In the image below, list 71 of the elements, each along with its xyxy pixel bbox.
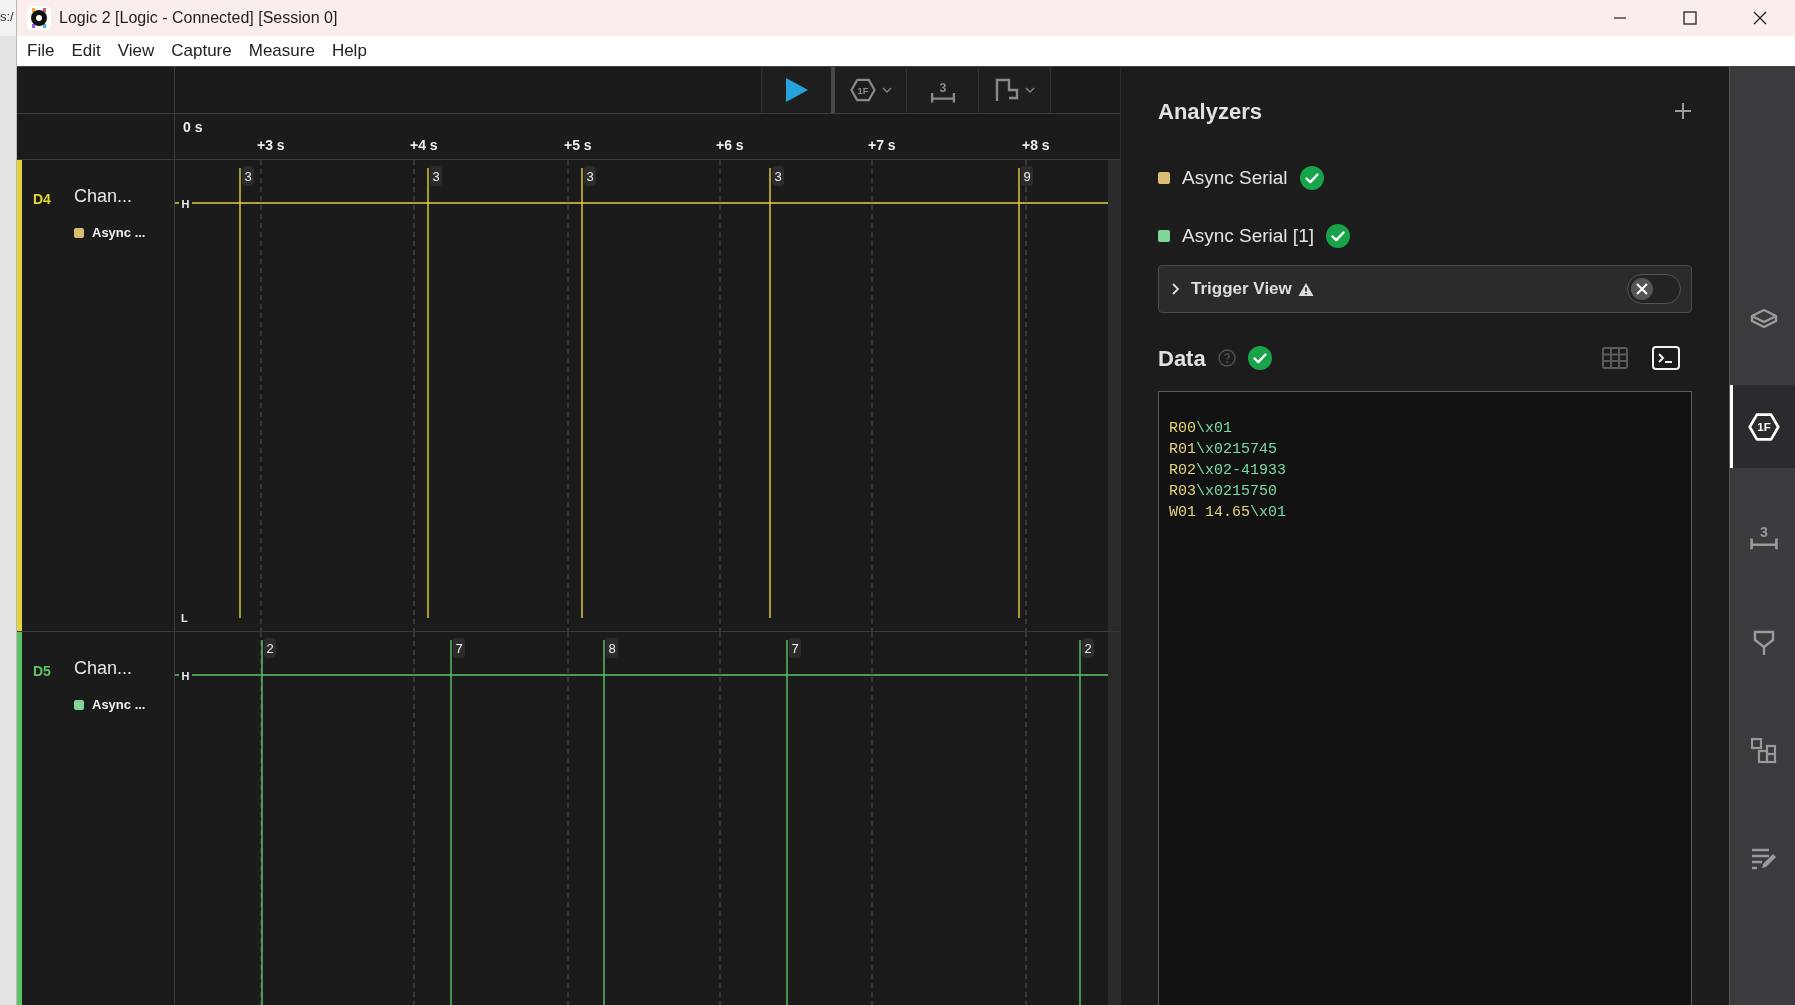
bit-marker-label: 3: [772, 166, 784, 186]
bit-marker-label: 3: [584, 166, 596, 186]
terminal-line: R00\x01: [1169, 419, 1234, 439]
scrollbar[interactable]: [1108, 160, 1120, 631]
analyzer-icon: 1F: [1748, 410, 1780, 443]
terminal-line: W01 14.65\x01: [1169, 503, 1288, 523]
trigger-view-label: Trigger View: [1191, 278, 1292, 301]
background-window-text: s:/: [0, 9, 14, 24]
menu-item[interactable]: Measure: [240, 38, 323, 64]
caret-icon: [1024, 87, 1035, 93]
analyzer-icon: 1F: [849, 77, 876, 103]
app-logo-icon: [27, 6, 51, 30]
toggle-switch[interactable]: [1627, 274, 1681, 304]
analyzer-tab[interactable]: 1F: [1730, 385, 1795, 468]
bit-marker-label: 7: [789, 638, 801, 658]
close-icon: [1753, 11, 1767, 25]
analyzer-name: Async ...: [92, 696, 146, 714]
plus-icon: [1674, 102, 1692, 120]
flag-icon: [994, 78, 1019, 102]
bit-marker-label: 2: [264, 638, 276, 658]
window-title: Logic 2 [Logic - Connected] [Session 0]: [59, 8, 338, 28]
table-view-button[interactable]: [1602, 347, 1628, 369]
analyzer-name[interactable]: Async Serial: [1182, 163, 1288, 193]
panel-title: Data: [1158, 344, 1206, 373]
funnel-icon: [1753, 629, 1775, 656]
play-button[interactable]: [761, 67, 835, 113]
terminal-line: R03\x0215750: [1169, 482, 1279, 502]
panel-title: Analyzers: [1158, 97, 1262, 126]
measure-tab[interactable]: 3: [1730, 493, 1795, 576]
help-icon: [1217, 349, 1236, 367]
layers-icon: [1750, 307, 1778, 330]
terminal-view-button[interactable]: [1652, 346, 1680, 370]
terminal-icon: [1652, 346, 1680, 370]
menu-item[interactable]: Edit: [63, 38, 109, 64]
notes-pencil-icon: [1751, 846, 1777, 871]
scrollbar[interactable]: [1108, 632, 1120, 1005]
menu-item[interactable]: Capture: [163, 38, 240, 64]
table-icon: [1602, 347, 1628, 369]
channel-id: D5: [33, 662, 51, 681]
warning-icon: [1297, 281, 1314, 297]
time-label: +4 s: [410, 137, 438, 153]
time-label: +6 s: [716, 137, 744, 153]
analyzer-name[interactable]: Async Serial [1]: [1182, 221, 1314, 251]
time-label: +7 s: [868, 137, 896, 153]
time-label: +8 s: [1022, 137, 1050, 153]
time-label: 0 s: [183, 119, 203, 135]
blocks-icon: [1751, 737, 1777, 764]
time-label: +3 s: [257, 137, 285, 153]
channel-id: D4: [33, 190, 51, 209]
bit-marker-label: 9: [1021, 166, 1033, 186]
add-analyzer-button[interactable]: [1674, 102, 1692, 120]
analyzer-name: Async ...: [92, 224, 146, 242]
caret-icon: [881, 87, 892, 93]
maximize-icon: [1683, 11, 1697, 25]
terminal-line: R02\x02-41933: [1169, 461, 1288, 481]
time-label: +5 s: [564, 137, 592, 153]
bit-marker-label: 2: [1082, 638, 1094, 658]
bit-marker-label: 3: [242, 166, 254, 186]
bit-marker-label: 8: [606, 638, 618, 658]
cross-icon: [1636, 283, 1648, 295]
channel-name: Chan...: [74, 657, 133, 680]
menu-item[interactable]: File: [19, 38, 63, 64]
menu-item[interactable]: View: [109, 38, 163, 64]
bit-marker-label: 3: [430, 166, 442, 186]
terminal-line: R01\x0215745: [1169, 440, 1279, 460]
play-icon: [785, 78, 808, 102]
menu-item[interactable]: Help: [323, 38, 375, 64]
bit-marker-label: 7: [453, 638, 465, 658]
low-level-label: L: [181, 612, 188, 624]
chevron-icon[interactable]: [1171, 282, 1181, 296]
channel-name: Chan...: [74, 185, 133, 208]
